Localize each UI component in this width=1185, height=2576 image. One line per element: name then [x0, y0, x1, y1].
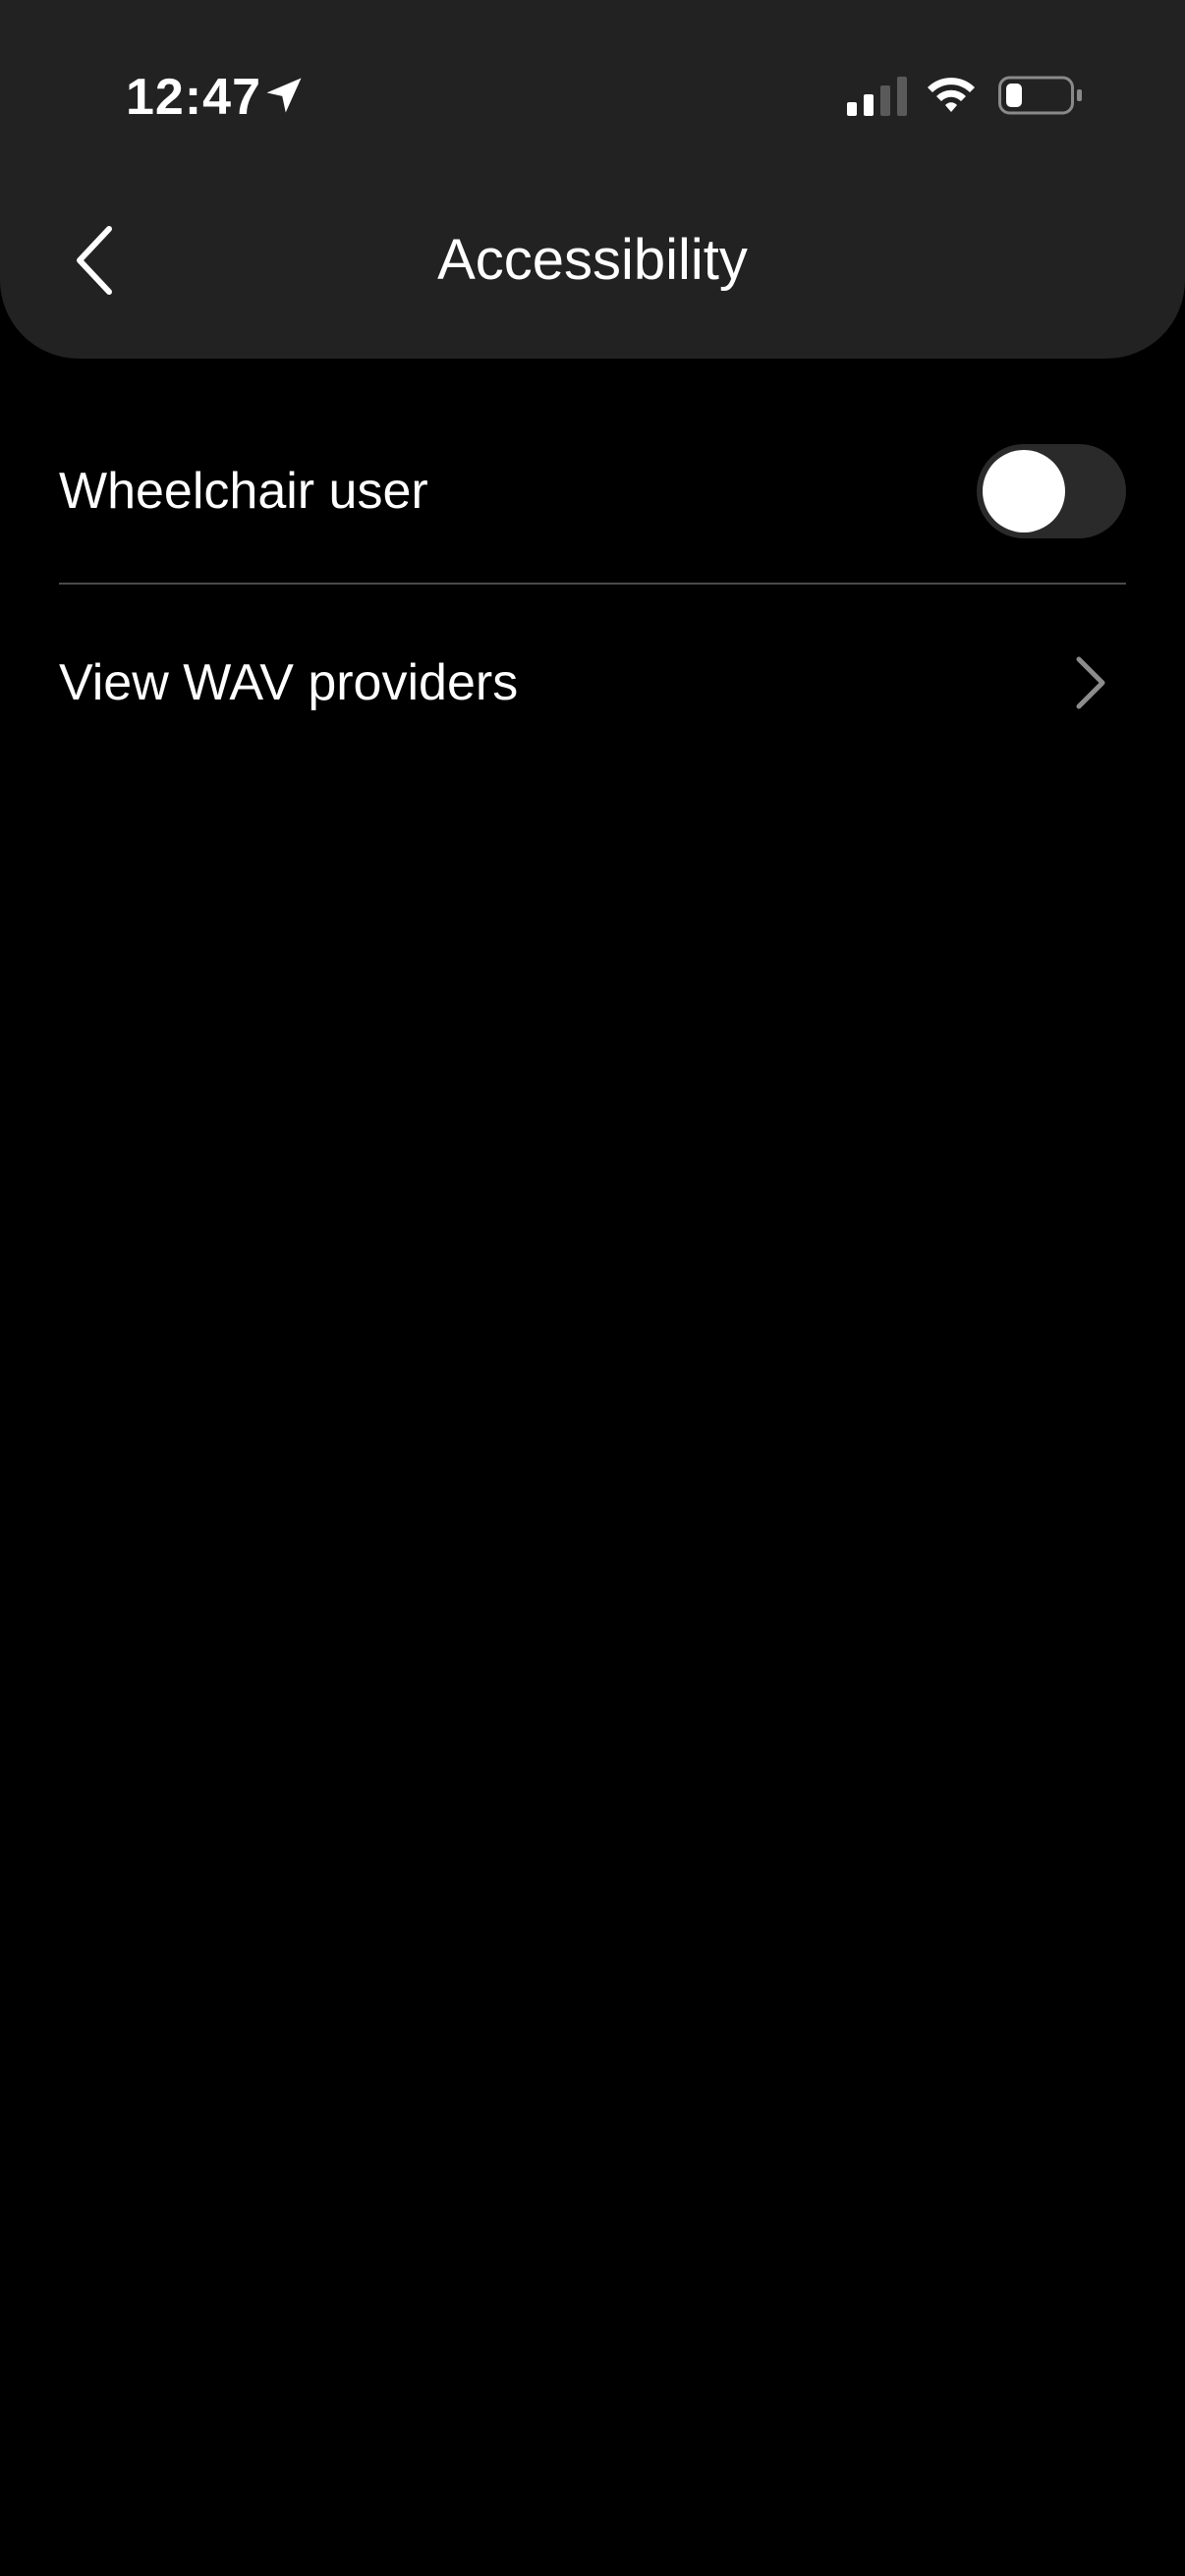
battery-icon — [998, 76, 1082, 115]
view-wav-providers-row[interactable]: View WAV providers — [59, 624, 1126, 742]
wheelchair-user-toggle[interactable] — [977, 444, 1126, 538]
chevron-right-icon — [1076, 656, 1105, 709]
cellular-signal-icon — [847, 77, 907, 116]
page-title: Accessibility — [437, 228, 748, 292]
wheelchair-user-row: Wheelchair user — [59, 432, 1126, 550]
status-time: 12:47 — [126, 69, 261, 126]
wheelchair-user-label: Wheelchair user — [59, 463, 428, 520]
row-divider — [59, 583, 1126, 585]
wifi-icon — [928, 78, 975, 112]
location-arrow-icon — [266, 78, 302, 113]
header-bar: 12:47 Accessibility — [0, 0, 1185, 359]
view-wav-providers-label: View WAV providers — [59, 654, 519, 711]
toggle-knob — [983, 450, 1065, 532]
